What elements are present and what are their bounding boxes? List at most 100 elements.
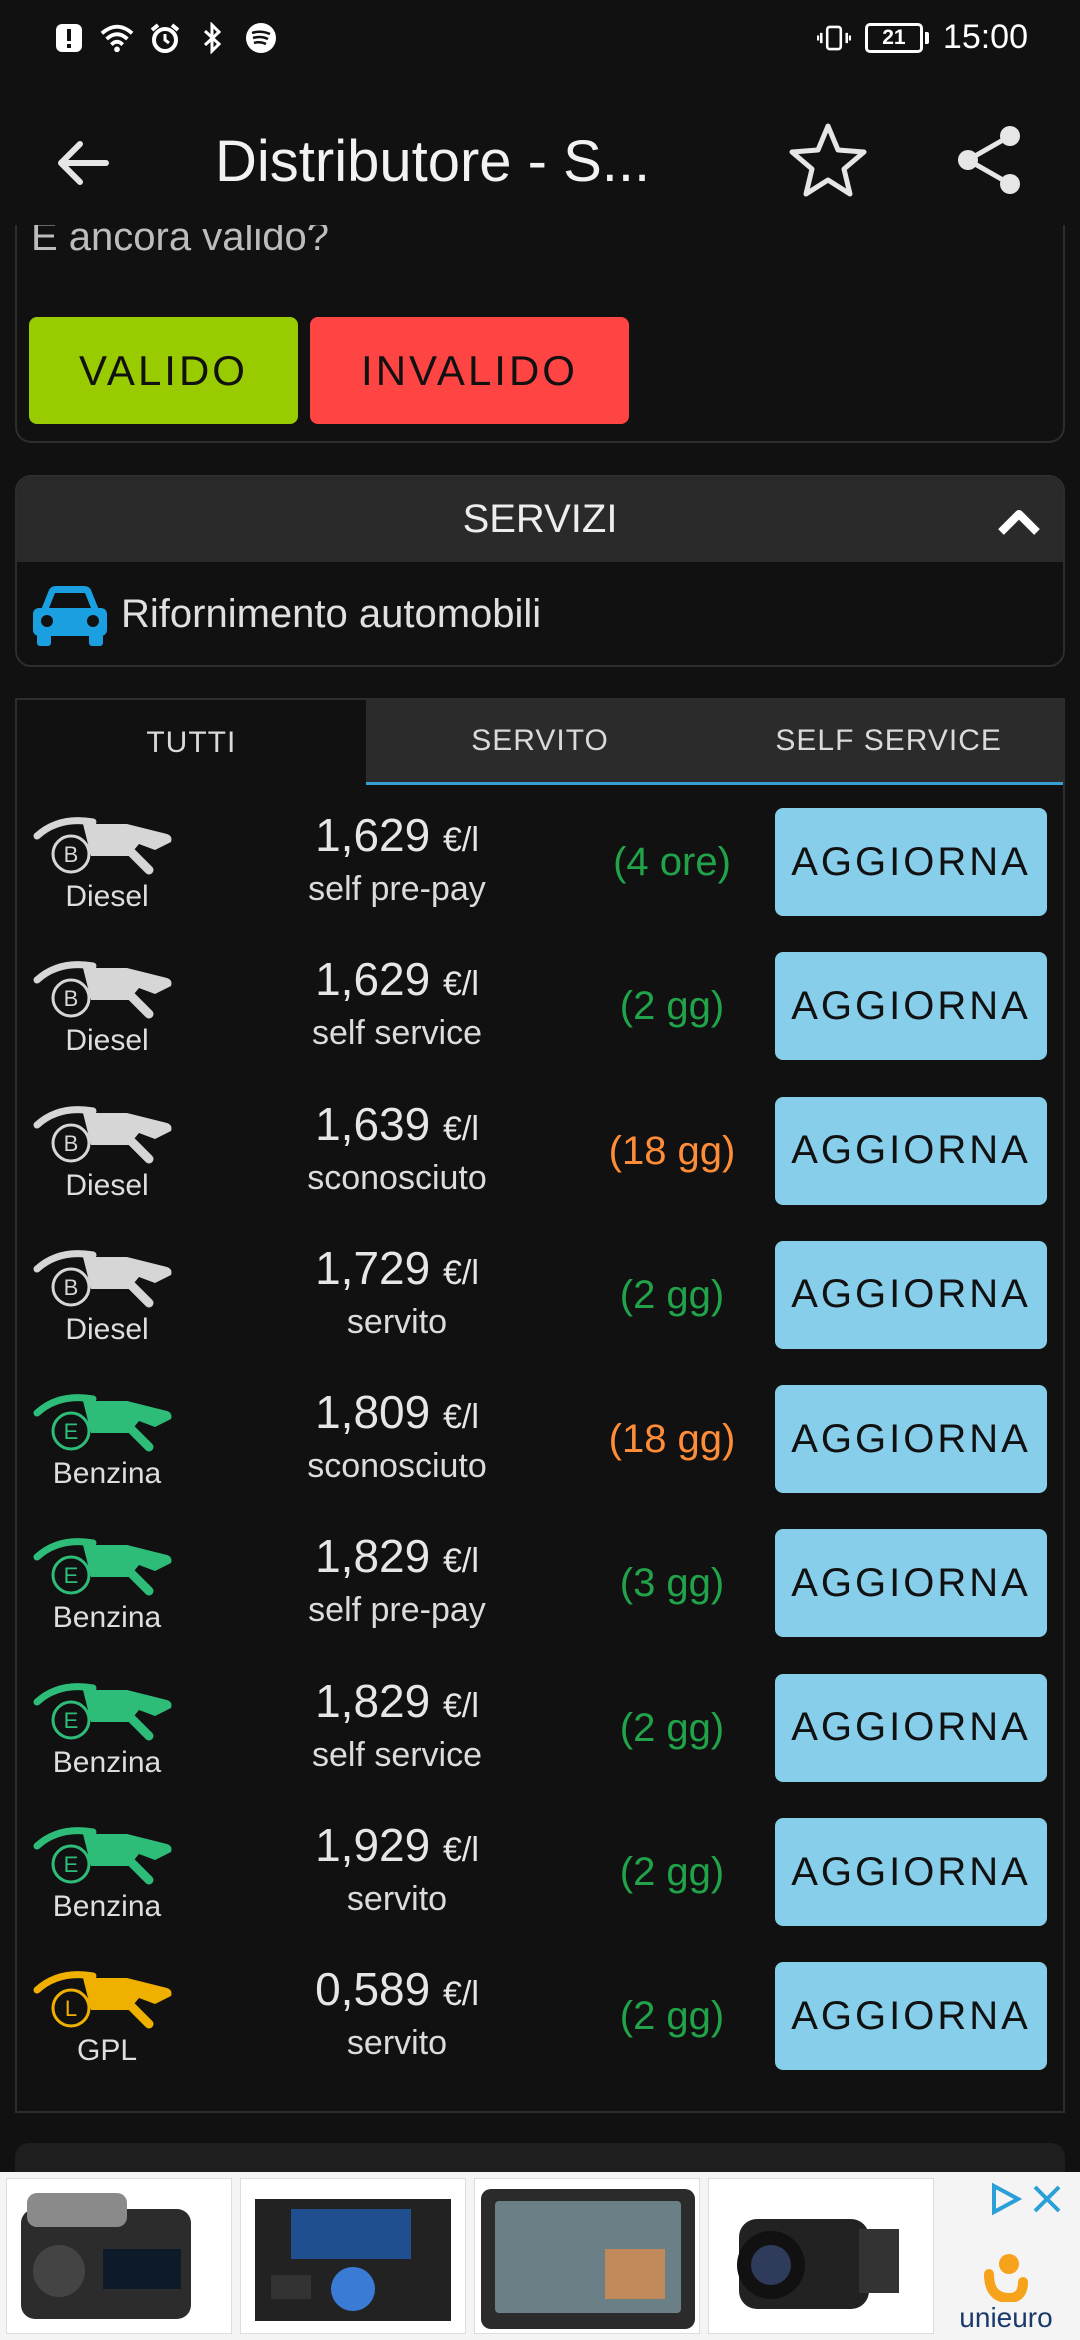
price-row: B Diesel 1,629 €/l self pre-pay (4 ore) AGGIO…	[17, 800, 1063, 944]
price-age: (2 gg)	[619, 984, 725, 1029]
ad-brand-logo[interactable]: unieuro	[950, 2216, 1062, 2334]
price-unit: €/l	[442, 1831, 479, 1870]
fuel-pump-nozzle-icon: E	[33, 1682, 172, 1741]
valid-button[interactable]: VALIDO	[29, 317, 298, 424]
alarm-icon	[148, 21, 182, 55]
update-price-button[interactable]: AGGIORNA	[775, 808, 1047, 916]
fuel-name: Benzina	[52, 1745, 162, 1779]
service-mode: servito	[346, 1302, 448, 1341]
update-price-button[interactable]: AGGIORNA	[775, 1385, 1047, 1494]
price-amount: 0,589	[315, 1963, 431, 2016]
ad-choices[interactable]	[988, 2182, 1068, 2218]
fuel-letter: B	[64, 1275, 79, 1300]
price-amount: 1,729	[315, 1241, 431, 1294]
update-price-button[interactable]: AGGIORNA	[775, 1673, 1047, 1782]
close-ad-icon[interactable]	[1030, 2182, 1064, 2216]
price-amount: 1,629	[315, 953, 431, 1006]
invalid-button[interactable]: INVALIDO	[310, 317, 629, 424]
price-value: 1,729 €/l	[247, 1241, 547, 1295]
share-icon	[958, 126, 1020, 194]
vibrate-icon	[816, 21, 851, 55]
price-unit: €/l	[442, 1542, 479, 1581]
price-unit: €/l	[442, 1253, 479, 1292]
back-button[interactable]	[48, 128, 118, 198]
fuel-pump-nozzle-icon: E	[33, 1538, 172, 1596]
price-row: E Benzina 1,829 €/l self pre-pay (3 gg) AGGIO…	[17, 1521, 1063, 1665]
validity-card: È ancora valido? VALIDO INVALIDO	[15, 225, 1065, 443]
price-amount: 1,829	[315, 1674, 431, 1727]
price-unit: €/l	[442, 1398, 479, 1437]
bluetooth-icon	[196, 21, 230, 55]
price-age: (2 gg)	[619, 1272, 725, 1317]
price-row: E Benzina 1,809 €/l sconosciuto (18 gg) AGGIO…	[17, 1377, 1063, 1521]
fuel-pump-nozzle-icon: E	[33, 1394, 172, 1452]
ad-banner[interactable]: unieuro	[0, 2172, 1080, 2340]
battery-level: 21	[864, 22, 923, 53]
service-mode: sconosciuto	[307, 1447, 487, 1486]
fuel-pump-nozzle-icon: B	[33, 817, 172, 875]
chevron-up-icon[interactable]	[995, 497, 1043, 545]
favorite-button[interactable]	[786, 118, 870, 202]
update-price-button[interactable]: AGGIORNA	[775, 952, 1047, 1061]
update-price-button[interactable]: AGGIORNA	[775, 1529, 1047, 1638]
tab-servito[interactable]: SERVITO	[365, 700, 715, 785]
ad-brand-name: unieuro	[959, 2302, 1053, 2333]
fuel-name: Diesel	[65, 1168, 149, 1202]
price-amount: 1,829	[315, 1530, 431, 1583]
ad-product-camcorder[interactable]	[708, 2178, 934, 2334]
fuel-letter: E	[64, 1419, 79, 1444]
price-amount: 1,809	[315, 1386, 431, 1439]
ad-product-clock-radio[interactable]	[6, 2178, 232, 2334]
unieuro-logo-icon	[984, 2254, 1028, 2302]
price-age: (18 gg)	[608, 1417, 736, 1462]
spotify-icon	[244, 21, 278, 55]
price-unit: €/l	[442, 965, 479, 1004]
tab-self-service[interactable]: SELF SERVICE	[714, 700, 1064, 785]
ad-product-car-stereo[interactable]	[240, 2178, 466, 2334]
services-title: SERVIZI	[462, 497, 618, 541]
update-price-button[interactable]: AGGIORNA	[775, 1096, 1047, 1205]
adchoices-icon[interactable]	[988, 2182, 1022, 2216]
fuel-letter: B	[64, 1131, 79, 1156]
clock: 15:00	[942, 18, 1028, 56]
services-header[interactable]: SERVIZI	[17, 477, 1063, 562]
status-system: 21 15:00	[816, 18, 1028, 57]
car-icon	[33, 585, 107, 646]
price-value: 1,629 €/l	[247, 808, 547, 862]
price-unit: €/l	[442, 1109, 479, 1148]
price-age: (3 gg)	[619, 1561, 725, 1606]
fuel-letter: L	[65, 1996, 77, 2021]
fuel-pump-nozzle-icon: B	[33, 1105, 172, 1164]
price-age: (2 gg)	[619, 1705, 725, 1750]
fuel-name: Benzina	[52, 1601, 162, 1635]
status-notifications	[52, 21, 278, 55]
share-button[interactable]	[948, 118, 1032, 202]
price-age: (2 gg)	[619, 1994, 725, 2039]
fuel-name: Benzina	[52, 1457, 162, 1491]
price-row: E Benzina 1,929 €/l servito (2 gg) AGGIORNA	[17, 1810, 1063, 1954]
update-price-button[interactable]: AGGIORNA	[775, 1962, 1047, 2071]
service-item: Rifornimento automobili	[17, 562, 1063, 665]
price-row: B Diesel 1,629 €/l self service (2 gg) AGGIOR…	[17, 944, 1063, 1088]
ad-product-smart-display[interactable]	[474, 2178, 700, 2334]
price-unit: €/l	[442, 1686, 479, 1725]
fuel-letter: E	[64, 1852, 79, 1877]
price-value: 1,829 €/l	[247, 1529, 547, 1583]
app-bar: Distributore - S...	[0, 78, 1080, 248]
price-list: B Diesel 1,629 €/l self pre-pay (4 ore) AGGIO…	[17, 800, 1063, 2099]
price-age: (2 gg)	[619, 1850, 725, 1895]
fuel-letter: B	[64, 986, 79, 1011]
validity-question: È ancora valido?	[31, 225, 329, 259]
service-mode: servito	[346, 1880, 448, 1919]
prices-panel: TUTTI SERVITO SELF SERVICE B Diesel 1,629 …	[15, 698, 1065, 2113]
update-price-button[interactable]: AGGIORNA	[775, 1818, 1047, 1927]
alert-icon	[52, 21, 86, 55]
tab-tutti[interactable]: TUTTI	[17, 700, 366, 785]
price-row: B Diesel 1,729 €/l servito (2 gg) AGGIORNA	[17, 1233, 1063, 1377]
update-price-button[interactable]: AGGIORNA	[775, 1240, 1047, 1349]
service-mode: self pre-pay	[308, 1591, 486, 1630]
fuel-pump-nozzle-icon: B	[33, 1250, 172, 1308]
fuel-name: Diesel	[65, 880, 149, 913]
fuel-letter: E	[64, 1708, 79, 1733]
price-amount: 1,929	[315, 1819, 431, 1872]
